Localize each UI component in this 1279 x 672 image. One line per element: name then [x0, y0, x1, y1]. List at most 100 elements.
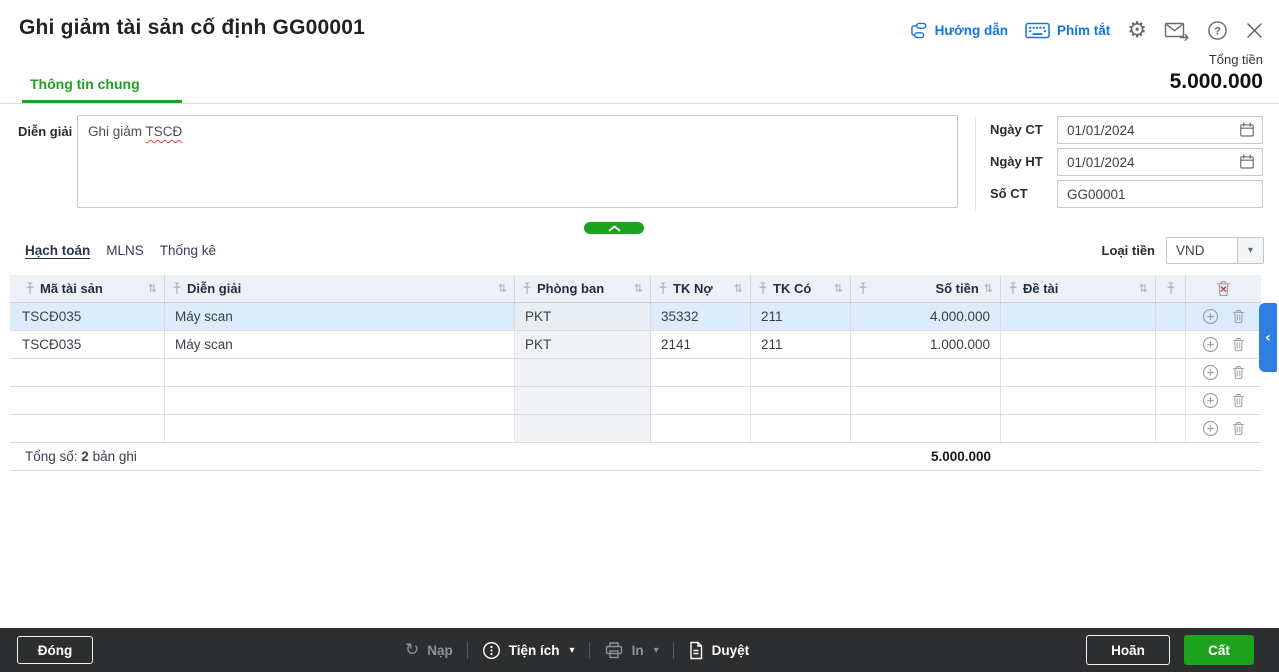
pin-icon[interactable] [858, 282, 868, 295]
utilities-button[interactable]: Tiện ích ▾ [482, 641, 575, 660]
sort-icon[interactable]: ⇅ [148, 282, 157, 295]
calendar-icon[interactable] [1239, 154, 1255, 170]
guide-link[interactable]: Hướng dẫn [909, 21, 1008, 40]
column-header-amount[interactable]: Số tiền ⇅ [851, 275, 1001, 302]
help-icon[interactable]: ? [1207, 20, 1228, 41]
delete-row-icon[interactable] [1232, 421, 1245, 436]
cell-department[interactable]: PKT [515, 331, 651, 358]
delete-row-icon[interactable] [1232, 365, 1245, 380]
description-textarea[interactable]: Ghi giảm TSCĐ [77, 115, 958, 208]
cell-debit-account[interactable]: 35332 [651, 303, 751, 330]
approve-button[interactable]: Duyệt [688, 641, 749, 660]
print-button[interactable]: In ▾ [604, 641, 659, 660]
pin-icon[interactable] [522, 282, 532, 295]
tab-general-info[interactable]: Thông tin chung [22, 76, 182, 103]
cell-description[interactable] [165, 359, 515, 386]
column-header-topic[interactable]: Đề tài ⇅ [1001, 275, 1156, 302]
pin-icon[interactable] [1008, 282, 1018, 295]
close-icon[interactable] [1245, 21, 1264, 40]
cell-credit-account[interactable] [751, 415, 851, 442]
delete-row-icon[interactable] [1232, 309, 1245, 324]
cell-amount[interactable] [851, 359, 1001, 386]
gear-icon[interactable]: ⚙ [1127, 18, 1147, 43]
postpone-button[interactable]: Hoãn [1086, 635, 1170, 665]
cell-debit-account[interactable] [651, 359, 751, 386]
sort-icon[interactable]: ⇅ [834, 282, 843, 295]
cell-asset-code[interactable]: TSCĐ035 [10, 303, 165, 330]
cell-department[interactable] [515, 415, 651, 442]
record-count-suffix: bản ghi [92, 449, 137, 464]
cell-description[interactable] [165, 415, 515, 442]
column-header-debit-account[interactable]: TK Nợ ⇅ [651, 275, 751, 302]
cell-topic[interactable] [1001, 359, 1156, 386]
cell-asset-code[interactable] [10, 415, 165, 442]
cell-amount[interactable] [851, 387, 1001, 414]
reload-button[interactable]: ↻ Nạp [405, 640, 453, 660]
tab-accounting[interactable]: Hạch toán [25, 243, 90, 258]
close-button[interactable]: Đóng [17, 636, 93, 664]
sort-icon[interactable]: ⇅ [984, 282, 993, 295]
expand-side-panel-button[interactable]: ‹ [1259, 303, 1277, 372]
add-row-icon[interactable] [1202, 336, 1219, 353]
add-row-icon[interactable] [1202, 364, 1219, 381]
delete-row-icon[interactable] [1232, 337, 1245, 352]
sort-icon[interactable]: ⇅ [734, 282, 743, 295]
cell-topic[interactable] [1001, 387, 1156, 414]
cell-pin [1156, 359, 1186, 386]
cell-debit-account[interactable]: 2141 [651, 331, 751, 358]
column-header-pin[interactable] [1156, 275, 1186, 302]
pin-icon[interactable] [1166, 282, 1176, 295]
cell-topic[interactable] [1001, 415, 1156, 442]
pin-icon[interactable] [25, 282, 35, 295]
cell-description[interactable] [165, 387, 515, 414]
cell-asset-code[interactable] [10, 387, 165, 414]
cell-amount[interactable]: 4.000.000 [851, 303, 1001, 330]
cell-department[interactable]: PKT [515, 303, 651, 330]
collapse-form-button[interactable] [584, 222, 644, 234]
sort-icon[interactable]: ⇅ [634, 282, 643, 295]
cell-credit-account[interactable]: 211 [751, 303, 851, 330]
send-mail-icon[interactable] [1164, 21, 1190, 41]
column-header-credit-account[interactable]: TK Có ⇅ [751, 275, 851, 302]
cell-asset-code[interactable]: TSCĐ035 [10, 331, 165, 358]
calendar-icon[interactable] [1239, 122, 1255, 138]
delete-all-rows-icon[interactable] [1216, 280, 1231, 297]
pin-icon[interactable] [658, 282, 668, 295]
column-header-department[interactable]: Phòng ban ⇅ [515, 275, 651, 302]
cell-debit-account[interactable] [651, 415, 751, 442]
add-row-icon[interactable] [1202, 308, 1219, 325]
divider [672, 641, 674, 659]
cell-debit-account[interactable] [651, 387, 751, 414]
tab-statistics[interactable]: Thống kê [160, 243, 216, 258]
column-header-description[interactable]: Diễn giải ⇅ [165, 275, 515, 302]
cell-credit-account[interactable]: 211 [751, 331, 851, 358]
save-button[interactable]: Cất [1184, 635, 1254, 665]
add-row-icon[interactable] [1202, 392, 1219, 409]
cell-amount[interactable]: 1.000.000 [851, 331, 1001, 358]
cell-topic[interactable] [1001, 331, 1156, 358]
cell-description[interactable]: Máy scan [165, 331, 515, 358]
cell-description[interactable]: Máy scan [165, 303, 515, 330]
pin-icon[interactable] [758, 282, 768, 295]
add-row-icon[interactable] [1202, 420, 1219, 437]
shortcuts-link[interactable]: Phím tắt [1025, 22, 1110, 39]
tab-mlns[interactable]: MLNS [106, 243, 144, 258]
delete-row-icon[interactable] [1232, 393, 1245, 408]
cell-asset-code[interactable] [10, 359, 165, 386]
cell-topic[interactable] [1001, 303, 1156, 330]
sort-icon[interactable]: ⇅ [498, 282, 507, 295]
cell-credit-account[interactable] [751, 387, 851, 414]
currency-select[interactable]: VND ▾ [1166, 237, 1264, 264]
column-header-asset-code[interactable]: Mã tài sản ⇅ [10, 275, 165, 302]
cell-amount[interactable] [851, 415, 1001, 442]
cell-credit-account[interactable] [751, 359, 851, 386]
caret-down-icon[interactable]: ▾ [1237, 238, 1263, 263]
cell-pin [1156, 331, 1186, 358]
cell-department[interactable] [515, 359, 651, 386]
post-date-input[interactable]: 01/01/2024 [1057, 148, 1263, 176]
doc-number-input[interactable]: GG00001 [1057, 180, 1263, 208]
cell-department[interactable] [515, 387, 651, 414]
sort-icon[interactable]: ⇅ [1139, 282, 1148, 295]
doc-date-input[interactable]: 01/01/2024 [1057, 116, 1263, 144]
pin-icon[interactable] [172, 282, 182, 295]
